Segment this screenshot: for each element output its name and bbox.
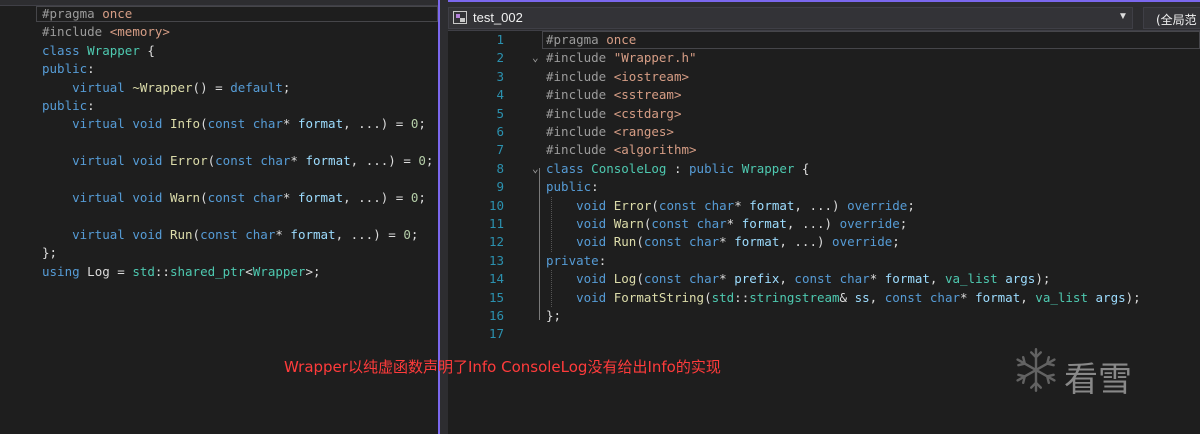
code-line[interactable]: class ConsoleLog : public Wrapper {	[546, 160, 809, 178]
code-line[interactable]: #include <ranges>	[546, 123, 674, 141]
code-line[interactable]: #include <iostream>	[546, 68, 689, 86]
code-line[interactable]: public:	[42, 97, 95, 115]
line-number: 17	[488, 326, 504, 342]
code-line[interactable]: #pragma once	[546, 31, 636, 49]
watermark-text: 看雪	[1064, 360, 1132, 400]
scope-label: (全局范	[1156, 13, 1197, 27]
code-line[interactable]: virtual void Error(const char* format, .…	[42, 152, 433, 170]
code-line[interactable]: void Warn(const char* format, ...) overr…	[546, 215, 907, 233]
project-dropdown[interactable]: test_002 ▼	[448, 7, 1133, 29]
code-line[interactable]: };	[546, 307, 561, 325]
line-number: 13	[488, 252, 504, 268]
code-line[interactable]: virtual void Info(const char* format, ..…	[42, 115, 426, 133]
line-number: 8	[496, 160, 504, 176]
line-number: 14	[488, 271, 504, 287]
line-number: 2	[496, 50, 504, 66]
line-number: 15	[488, 289, 504, 305]
code-line[interactable]: #include <memory>	[42, 23, 170, 41]
line-number: 16	[488, 308, 504, 323]
indent-guide	[551, 270, 552, 307]
scope-dropdown[interactable]: (全局范	[1143, 7, 1200, 29]
line-number: 1	[496, 32, 504, 47]
line-number: 12	[488, 234, 504, 250]
line-number: 5	[496, 105, 504, 121]
navigation-bar: test_002 ▼ (全局范	[448, 6, 1200, 31]
code-line[interactable]: };	[42, 244, 57, 262]
snowflake-icon	[1016, 348, 1056, 392]
fold-toggle-icon[interactable]: ⌄	[532, 160, 539, 178]
code-line[interactable]: void Error(const char* format, ...) over…	[546, 197, 915, 215]
project-icon	[453, 11, 467, 24]
line-number: 3	[496, 68, 504, 84]
scope-bracket	[539, 168, 546, 320]
annotation-caption: Wrapper以纯虚函数声明了Info ConsoleLog没有给出Info的实…	[284, 358, 721, 376]
fold-toggle-icon[interactable]: ⌄	[532, 49, 539, 67]
line-number: 6	[496, 124, 504, 139]
line-number: 9	[496, 179, 504, 195]
code-line[interactable]: void Run(const char* format, ...) overri…	[546, 233, 900, 251]
code-line[interactable]: #include <cstdarg>	[546, 105, 681, 123]
line-number: 7	[496, 142, 504, 158]
code-line[interactable]: virtual void Warn(const char* format, ..…	[42, 189, 426, 207]
code-line[interactable]: public:	[42, 60, 95, 78]
code-line[interactable]: void Log(const char* prefix, const char*…	[546, 270, 1050, 288]
current-line-highlight	[542, 31, 1200, 49]
code-line[interactable]: void FormatString(std::stringstream& ss,…	[546, 289, 1141, 307]
indent-guide	[551, 196, 552, 252]
code-line[interactable]: public:	[546, 178, 599, 196]
chevron-down-icon[interactable]: ▼	[1118, 11, 1128, 22]
code-line[interactable]: #pragma once	[42, 5, 132, 23]
code-line[interactable]: #include "Wrapper.h"	[546, 49, 697, 67]
code-line[interactable]: virtual ~Wrapper() = default;	[42, 79, 290, 97]
code-line[interactable]: private:	[546, 252, 606, 270]
code-line[interactable]: #include <sstream>	[546, 86, 681, 104]
project-name: test_002	[473, 10, 523, 25]
code-line[interactable]: #include <algorithm>	[546, 141, 697, 159]
code-line[interactable]: class Wrapper {	[42, 42, 155, 60]
line-number: 4	[496, 87, 504, 103]
code-line[interactable]: virtual void Run(const char* format, ...…	[42, 226, 418, 244]
line-number: 10	[488, 197, 504, 213]
line-number: 11	[488, 216, 504, 231]
code-line[interactable]: using Log = std::shared_ptr<Wrapper>;	[42, 263, 321, 281]
